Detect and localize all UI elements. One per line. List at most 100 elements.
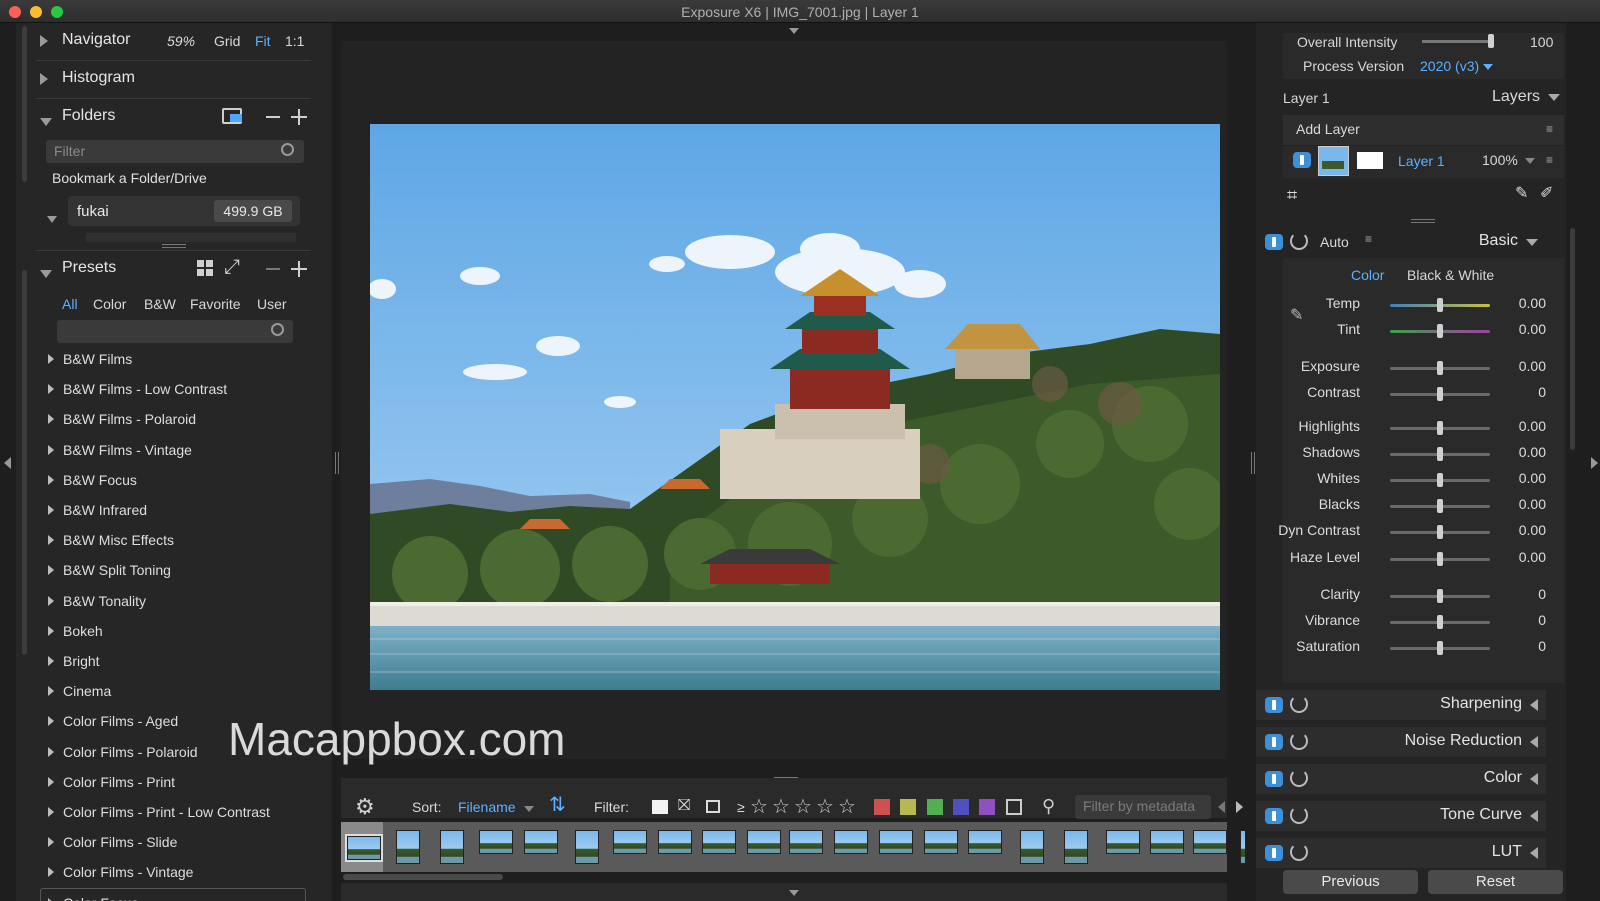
layer-mask-thumbnail[interactable] <box>1357 152 1383 169</box>
tab-color[interactable]: Color <box>93 296 126 312</box>
layer-item-name[interactable]: Layer 1 <box>1398 153 1445 169</box>
preset-item[interactable]: Color Films - Slide <box>48 834 177 850</box>
pencil-icon[interactable]: ✎ <box>1515 186 1528 202</box>
preset-item[interactable]: Color Films - Polaroid <box>48 744 198 760</box>
star-icon[interactable]: ☆ <box>816 794 834 819</box>
slider-value[interactable]: 0.00 <box>1519 522 1546 538</box>
preset-item[interactable]: B&W Split Toning <box>48 562 171 578</box>
color-label-blue[interactable] <box>953 799 969 815</box>
thumbnail[interactable] <box>789 830 823 854</box>
panel-resize-handle[interactable] <box>1411 219 1435 223</box>
slider-knob[interactable] <box>1437 615 1443 629</box>
navigator-zoom[interactable]: 59% <box>167 33 195 49</box>
chevron-left-icon[interactable] <box>1530 773 1538 785</box>
thumbnail[interactable] <box>479 830 513 854</box>
sort-direction-icon[interactable]: ⇅ <box>549 795 566 815</box>
slider-value[interactable]: 0.00 <box>1519 496 1546 512</box>
slider-knob[interactable] <box>1437 361 1443 375</box>
slider-row[interactable]: Saturation 0 <box>1256 638 1546 658</box>
previous-button[interactable]: Previous <box>1283 870 1418 894</box>
thumbnail[interactable] <box>1064 830 1088 864</box>
chevron-down-icon[interactable] <box>1548 94 1560 101</box>
slider-row[interactable]: Blacks 0.00 <box>1256 496 1546 516</box>
preset-item[interactable]: Bokeh <box>48 623 103 639</box>
grid-view-icon[interactable] <box>197 260 213 276</box>
expand-icon[interactable] <box>48 656 54 666</box>
color-label-green[interactable] <box>927 799 943 815</box>
slider-row[interactable]: Exposure 0.00 <box>1256 358 1546 378</box>
wrench-icon[interactable]: ⚲ <box>1042 797 1055 815</box>
expand-icon[interactable] <box>48 565 54 576</box>
expand-icon[interactable] <box>48 505 54 515</box>
basic-header[interactable]: Auto ≡ Basic <box>1256 227 1546 257</box>
slider-row[interactable]: Clarity 0 <box>1256 586 1546 606</box>
preset-item[interactable]: Cinema <box>48 683 111 699</box>
expand-icon[interactable] <box>48 746 54 757</box>
chevron-down-icon[interactable] <box>1525 158 1535 164</box>
expand-icon[interactable]: ⤢ <box>224 257 240 277</box>
color-label-none[interactable] <box>1006 799 1022 815</box>
preset-item[interactable]: B&W Films - Low Contrast <box>48 381 227 397</box>
collapse-bottom-icon[interactable] <box>789 890 799 896</box>
open-folder-icon[interactable] <box>222 108 242 124</box>
drive-collapse-icon[interactable] <box>47 210 57 226</box>
section-lut[interactable]: LUT <box>1256 838 1546 868</box>
add-layer-button[interactable]: Add Layer <box>1296 121 1360 137</box>
preset-item[interactable]: Color Films - Print - Low Contrast <box>48 804 270 820</box>
preset-item-selected-frame[interactable] <box>40 888 306 901</box>
process-version-dropdown[interactable]: 2020 (v3) <box>1420 58 1479 74</box>
filmstrip-next-icon[interactable] <box>1236 801 1243 813</box>
brush-icon[interactable]: ✐ <box>1540 186 1553 202</box>
remove-folder-icon[interactable] <box>266 116 280 118</box>
slider-value[interactable]: 0.00 <box>1519 549 1546 565</box>
flag-rejected-icon[interactable]: ⛝ <box>678 797 690 815</box>
slider-row[interactable]: Temp 0.00 <box>1256 295 1546 315</box>
chevron-left-icon[interactable] <box>1530 810 1538 822</box>
left-scrollbar[interactable] <box>22 270 27 655</box>
expand-icon[interactable] <box>48 716 54 727</box>
thumbnail[interactable] <box>834 830 868 854</box>
slider-row[interactable]: Whites 0.00 <box>1256 470 1546 490</box>
chevron-left-icon[interactable] <box>1530 699 1538 711</box>
preset-item[interactable]: B&W Tonality <box>48 593 146 609</box>
preset-item[interactable]: B&W Films <box>48 351 132 367</box>
filmstrip-scrollbar[interactable] <box>343 874 503 880</box>
preset-item[interactable]: B&W Misc Effects <box>48 532 174 548</box>
left-splitter-handle[interactable] <box>335 452 339 474</box>
star-icon[interactable]: ☆ <box>794 794 812 819</box>
expand-icon[interactable] <box>48 686 54 697</box>
slider-value[interactable]: 0 <box>1538 384 1546 400</box>
slider-row[interactable]: Haze Level 0.00 <box>1256 549 1546 569</box>
section-toggle[interactable] <box>1265 697 1283 713</box>
bookmark-folder-link[interactable]: Bookmark a Folder/Drive <box>52 170 207 186</box>
right-scrollbar[interactable] <box>1570 228 1575 450</box>
slider-knob[interactable] <box>1437 589 1443 603</box>
thumbnail[interactable] <box>1020 830 1044 864</box>
subfolder-row-partial[interactable] <box>86 233 296 242</box>
navigator-fit-button[interactable]: Fit <box>255 33 271 49</box>
reset-icon[interactable] <box>1290 732 1308 750</box>
layer-thumbnail[interactable] <box>1318 146 1349 176</box>
expand-icon[interactable] <box>48 807 54 817</box>
flag-picked-icon[interactable] <box>652 800 668 814</box>
basic-toggle[interactable] <box>1265 234 1283 250</box>
slider-knob[interactable] <box>1437 298 1443 312</box>
slider-value[interactable]: 0 <box>1538 638 1546 654</box>
slider-value[interactable]: 0.00 <box>1519 358 1546 374</box>
crop-icon[interactable]: ⌗ <box>1287 186 1297 204</box>
thumbnail[interactable] <box>1193 830 1227 854</box>
thumbnail[interactable] <box>879 830 913 854</box>
thumbnail[interactable] <box>702 830 736 854</box>
slider-knob[interactable] <box>1437 499 1443 513</box>
section-toggle[interactable] <box>1265 808 1283 824</box>
add-folder-icon[interactable] <box>291 109 307 125</box>
star-icon[interactable]: ☆ <box>772 794 790 819</box>
slider-row[interactable]: Shadows 0.00 <box>1256 444 1546 464</box>
reset-icon[interactable] <box>1290 806 1308 824</box>
folders-collapse-icon[interactable] <box>40 113 52 129</box>
expand-icon[interactable] <box>48 837 54 848</box>
layers-dropdown[interactable]: Layers <box>1492 88 1540 106</box>
thumbnail[interactable] <box>747 830 781 854</box>
preset-item[interactable]: Bright <box>48 653 100 669</box>
star-icon[interactable]: ☆ <box>750 794 768 819</box>
